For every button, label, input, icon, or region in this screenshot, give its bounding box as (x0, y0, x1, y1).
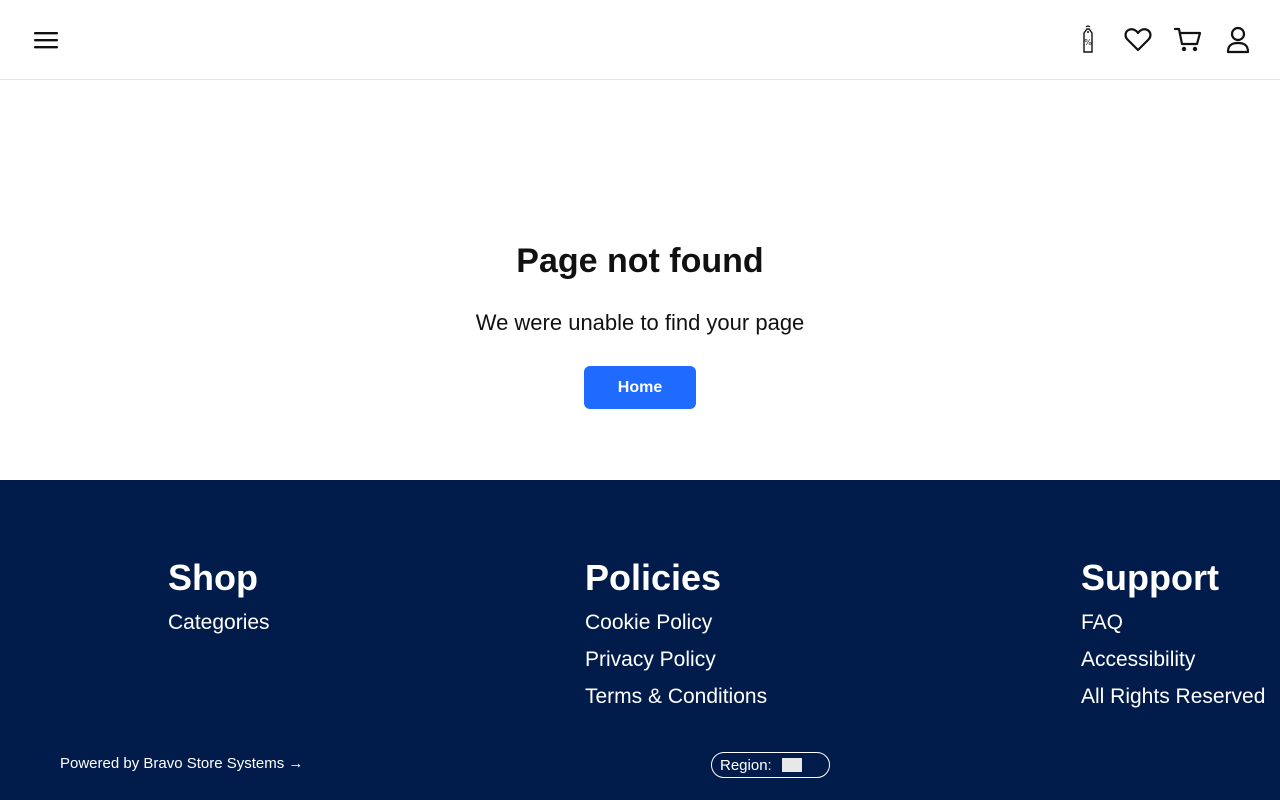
page-subtitle: We were unable to find your page (475, 310, 805, 335)
region-label: Region: (720, 756, 772, 774)
cart-button[interactable] (1170, 22, 1206, 58)
footer-column-title: Policies (585, 557, 722, 598)
menu-button[interactable] (30, 25, 62, 55)
not-found-section: Page not found We were unable to find yo… (0, 80, 1280, 480)
footer-link-cookie-policy[interactable]: Cookie Policy (585, 604, 767, 641)
home-button[interactable]: Home (584, 366, 696, 409)
cart-icon (1174, 27, 1202, 52)
site-footer: Shop Categories Policies Cookie Policy P… (0, 480, 1280, 800)
footer-column-support: Support FAQ Accessibility All Rights Res… (1081, 556, 1265, 715)
header-icon-group: % (1070, 22, 1256, 58)
footer-column-policies: Policies Cookie Policy Privacy Policy Te… (585, 556, 767, 715)
region-flag-icon (781, 758, 802, 772)
footer-link-terms[interactable]: Terms & Conditions (585, 678, 767, 715)
site-header: % (0, 0, 1280, 80)
footer-column-title: Shop (168, 557, 258, 598)
footer-link-accessibility[interactable]: Accessibility (1081, 641, 1265, 678)
footer-link-rights[interactable]: All Rights Reserved (1081, 678, 1265, 715)
powered-by-link[interactable]: Powered by Bravo Store Systems → (60, 755, 303, 772)
hamburger-menu-icon (34, 32, 58, 49)
page-title: Page not found (516, 242, 764, 280)
footer-column-title: Support (1081, 557, 1219, 598)
footer-column-shop: Shop Categories (168, 556, 270, 641)
footer-link-faq[interactable]: FAQ (1081, 604, 1265, 641)
account-button[interactable] (1220, 22, 1256, 58)
price-tag-icon: % (1083, 25, 1093, 53)
wishlist-button[interactable] (1120, 22, 1156, 58)
user-icon (1226, 26, 1250, 54)
heart-icon (1124, 28, 1152, 52)
svg-text:%: % (1084, 38, 1092, 47)
region-selector[interactable]: Region: (711, 752, 830, 778)
footer-link-categories[interactable]: Categories (168, 604, 270, 641)
deals-button[interactable]: % (1070, 22, 1106, 58)
footer-link-privacy-policy[interactable]: Privacy Policy (585, 641, 767, 678)
